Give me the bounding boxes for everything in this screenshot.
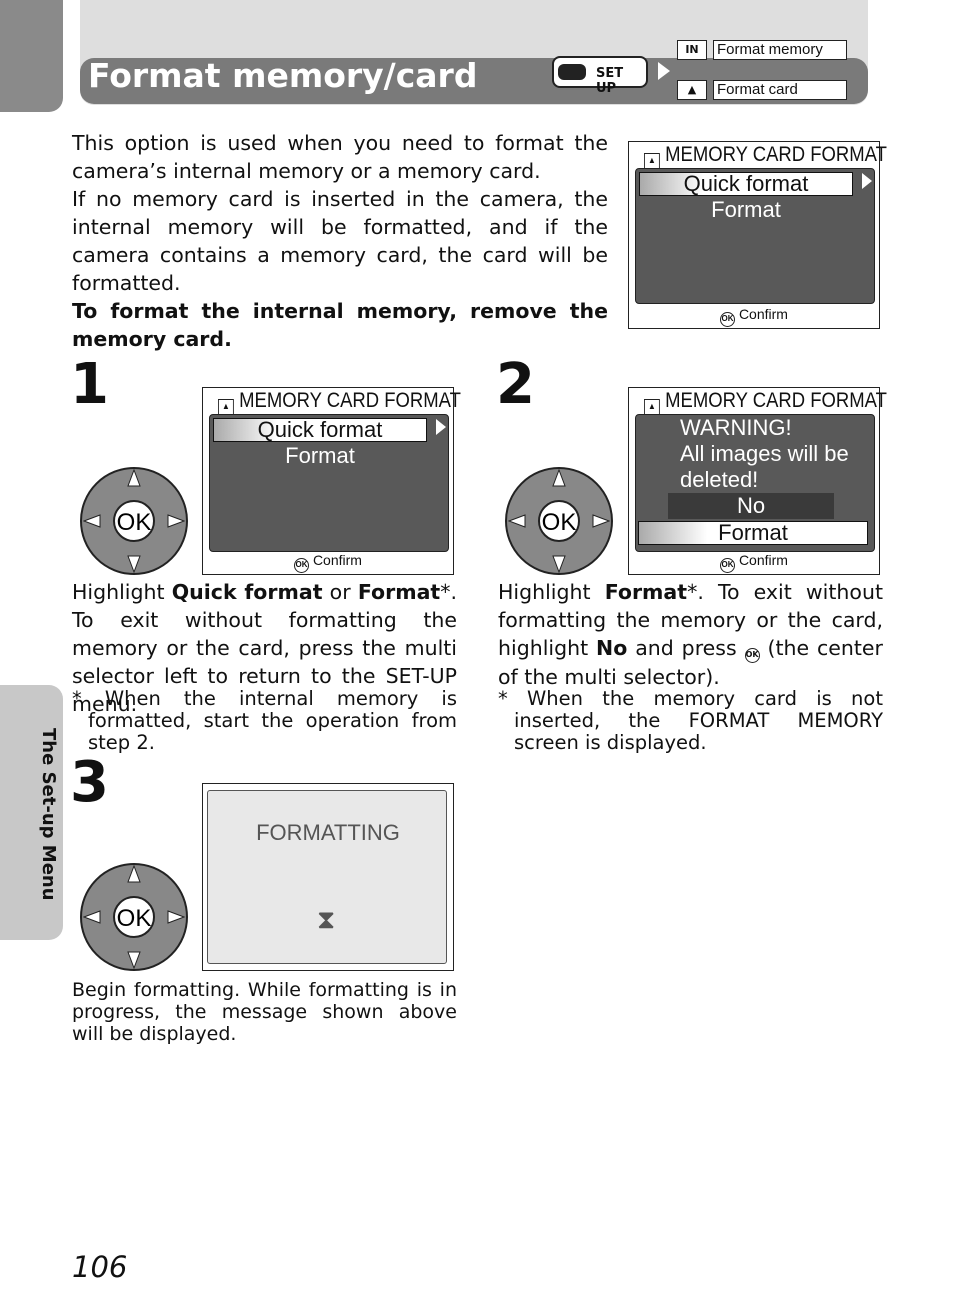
ok-icon: OK [720,558,736,573]
multi-selector-icon: OK [80,863,188,971]
warning-text: WARNING! [680,415,792,440]
multi-selector-icon: OK [80,467,188,575]
step-number: 1 [70,352,109,417]
step-number: 2 [496,352,535,417]
menu-format-memory: Format memory [713,40,847,60]
step3-text: Begin formatting. While formatting is in… [72,979,457,1045]
page-title: Format memory/card [88,56,478,95]
setup-menu-icon: SET UP [552,56,648,96]
format-option: Format [285,443,355,468]
intro-text: This option is used when you need to for… [72,129,608,353]
intro-p1: This option is used when you need to for… [72,131,608,183]
quick-format-option: Quick format [213,418,427,442]
menu-format-card: Format card [713,80,847,100]
hourglass-icon: ⧗ [317,904,336,934]
format-option: Format [638,521,868,545]
multi-selector-icon: OK [505,467,613,575]
step-number: 3 [70,750,109,815]
confirm-label: Confirm [738,306,788,322]
step2-text: Highlight Format*. To exit without forma… [498,580,883,689]
arrow-right-icon [862,173,872,189]
ok-icon: OK [720,312,736,327]
quick-format-option: Quick format [639,172,853,196]
page-number: 106 [72,1250,128,1284]
screen-step2: ▲ MEMORY CARD FORMAT WARNING! All images w… [628,387,887,575]
corner-tab [0,0,63,112]
arrow-right-icon [436,419,446,435]
svg-text:OK: OK [117,905,152,932]
internal-memory-icon: IN [677,40,707,60]
arrow-right-icon [658,62,670,80]
step1-note: * When the internal memory is formatted,… [72,687,457,754]
svg-text:OK: OK [542,509,577,536]
screen-step3: FORMATTING ⧗ [202,783,454,971]
memory-card-icon: ▲ [677,80,707,100]
svg-text:OK: OK [117,509,152,536]
step2-note: * When the memory card is not inserted, … [498,687,883,754]
intro-p3: To format the internal memory, remove th… [72,299,608,351]
intro-p2: If no memory card is inserted in the cam… [72,187,608,295]
ok-icon: OK [294,558,310,573]
side-tab-label: The Set-up Menu [38,728,59,901]
formatting-text: FORMATTING [256,820,400,845]
screen-intro: ▲ MEMORY CARD FORMAT Quick format Format … [628,141,887,329]
screen-step1: ▲ MEMORY CARD FORMAT Quick format Format … [202,387,461,575]
no-option: No [668,493,834,519]
ok-icon: OK [744,648,760,663]
format-option: Format [711,197,781,222]
screen-title: ▲ MEMORY CARD FORMAT [644,143,887,171]
